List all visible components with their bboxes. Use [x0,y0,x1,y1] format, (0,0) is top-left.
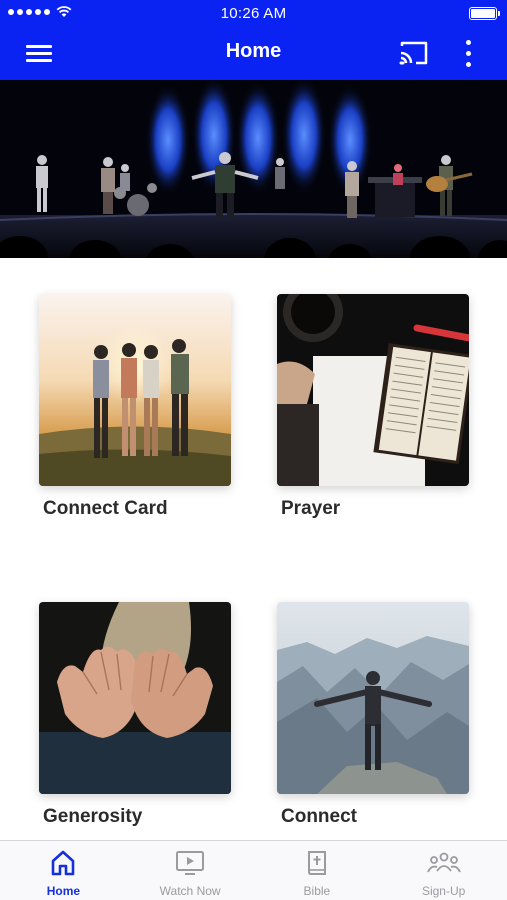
tab-label: Sign-Up [421,884,466,898]
tv-play-icon [176,851,205,875]
connect-card-image [39,294,231,486]
worship-stage-image [0,80,507,258]
battery-icon [469,7,500,20]
tab-bible[interactable]: Bible [254,841,381,900]
home-icon [52,850,75,876]
card-label: Prayer [281,498,341,519]
card-label: Connect [281,806,357,827]
status-bar: 10:26 AM [0,0,507,28]
card-generosity[interactable]: Generosity [39,602,231,828]
card-label: Connect Card [43,498,168,519]
tab-label: Watch Now [159,884,221,898]
bible-icon [307,851,326,875]
more-vert-icon [466,40,471,45]
card-connect-card[interactable]: Connect Card [39,294,231,520]
cast-button[interactable] [398,40,432,68]
tab-sign-up[interactable]: Sign-Up [380,841,507,900]
generosity-image [39,602,231,794]
more-options-button[interactable] [456,38,480,70]
hero-banner-image[interactable] [0,80,507,258]
bottom-tab-bar: Home Watch Now Bible Sign-Up [0,840,507,900]
tab-label: Bible [303,884,331,898]
status-time: 10:26 AM [220,5,287,22]
group-icon [426,852,461,873]
cast-icon [399,41,428,65]
prayer-image [277,294,469,486]
card-connect[interactable]: Connect [277,602,469,828]
connect-image [277,602,469,794]
app-bar: Home [0,28,507,80]
card-prayer[interactable]: Prayer [277,294,469,520]
tab-home[interactable]: Home [0,841,127,900]
tab-label: Home [46,884,81,898]
card-label: Generosity [43,806,143,827]
tab-watch-now[interactable]: Watch Now [127,841,254,900]
